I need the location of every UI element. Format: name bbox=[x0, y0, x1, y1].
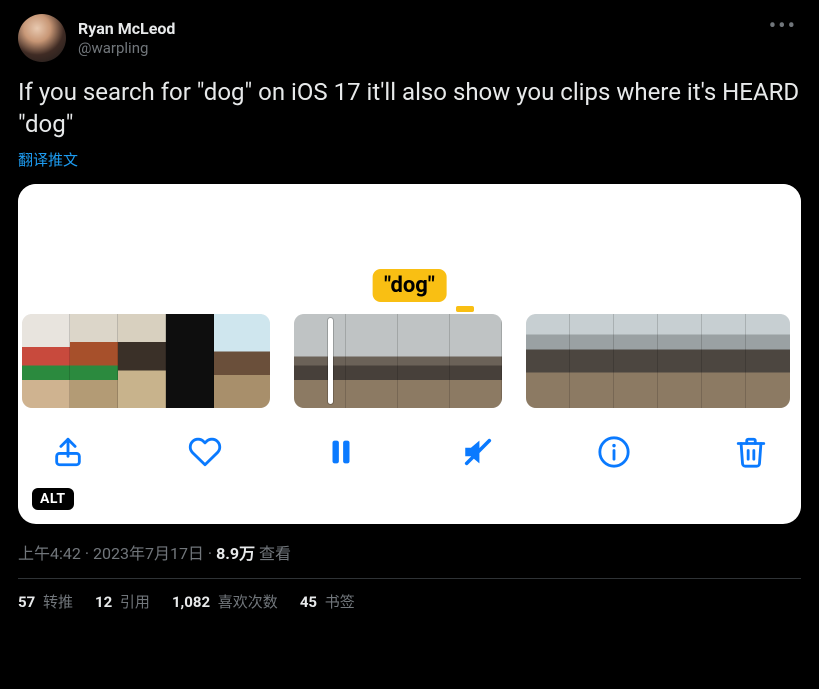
video-clip[interactable] bbox=[294, 314, 502, 408]
likes-stat[interactable]: 1,082 喜欢次数 bbox=[172, 591, 278, 612]
more-options-button[interactable]: ••• bbox=[765, 14, 801, 40]
trash-icon[interactable] bbox=[729, 430, 773, 474]
timestamp-date[interactable]: 2023年7月17日 bbox=[93, 544, 204, 563]
alt-badge[interactable]: ALT bbox=[32, 488, 74, 510]
media-top-area: "dog" bbox=[18, 184, 801, 314]
tweet-container: Ryan McLeod @warpling ••• If you search … bbox=[0, 0, 819, 612]
likes-count: 1,082 bbox=[172, 593, 210, 611]
clip-frame bbox=[22, 314, 70, 408]
display-name[interactable]: Ryan McLeod bbox=[78, 19, 175, 39]
media-toolbar bbox=[18, 408, 801, 492]
filmstrip[interactable] bbox=[18, 314, 801, 408]
quotes-stat[interactable]: 12 引用 bbox=[95, 591, 150, 612]
avatar[interactable] bbox=[18, 14, 66, 62]
clip-frame bbox=[346, 314, 398, 408]
clip-frame bbox=[658, 314, 702, 408]
translate-link[interactable]: 翻译推文 bbox=[18, 149, 78, 170]
pause-icon[interactable] bbox=[319, 430, 363, 474]
tweet-header: Ryan McLeod @warpling ••• bbox=[18, 14, 801, 62]
video-clip[interactable] bbox=[22, 314, 270, 408]
bookmarks-label: 书签 bbox=[325, 593, 355, 611]
stats-row: 57 转推 12 引用 1,082 喜欢次数 45 书签 bbox=[18, 591, 801, 612]
clip-frame bbox=[614, 314, 658, 408]
bookmarks-count: 45 bbox=[300, 593, 317, 611]
retweets-stat[interactable]: 57 转推 bbox=[18, 591, 73, 612]
clip-frame bbox=[214, 314, 270, 408]
search-term-label: "dog" bbox=[372, 269, 447, 302]
divider bbox=[18, 578, 801, 579]
media-attachment[interactable]: "dog" bbox=[18, 184, 801, 524]
author-block[interactable]: Ryan McLeod @warpling bbox=[18, 14, 175, 62]
mute-icon[interactable] bbox=[456, 430, 500, 474]
clip-frame bbox=[450, 314, 502, 408]
retweets-count: 57 bbox=[18, 593, 35, 611]
playhead[interactable] bbox=[328, 318, 333, 404]
handle[interactable]: @warpling bbox=[78, 39, 175, 58]
video-clip[interactable] bbox=[526, 314, 790, 408]
clip-frame bbox=[702, 314, 746, 408]
clip-frame bbox=[70, 314, 118, 408]
bookmarks-stat[interactable]: 45 书签 bbox=[300, 591, 355, 612]
tweet-text: If you search for "dog" on iOS 17 it'll … bbox=[18, 76, 801, 141]
retweets-label: 转推 bbox=[43, 593, 73, 611]
clip-frame bbox=[398, 314, 450, 408]
timeline-marker bbox=[456, 306, 474, 312]
likes-label: 喜欢次数 bbox=[218, 593, 278, 611]
views-count[interactable]: 8.9万 bbox=[216, 544, 255, 563]
clip-frame bbox=[166, 314, 214, 408]
info-icon[interactable] bbox=[592, 430, 636, 474]
quotes-label: 引用 bbox=[120, 593, 150, 611]
clip-frame bbox=[118, 314, 166, 408]
clip-frame bbox=[570, 314, 614, 408]
clip-frame bbox=[746, 314, 790, 408]
heart-icon[interactable] bbox=[183, 430, 227, 474]
timestamp-time[interactable]: 上午4:42 bbox=[18, 544, 81, 563]
name-block: Ryan McLeod @warpling bbox=[78, 19, 175, 58]
tweet-meta: 上午4:42 · 2023年7月17日 · 8.9万 查看 bbox=[18, 540, 801, 564]
clip-frame bbox=[526, 314, 570, 408]
share-icon[interactable] bbox=[46, 430, 90, 474]
clip-frame bbox=[294, 314, 346, 408]
quotes-count: 12 bbox=[95, 593, 112, 611]
views-label: 查看 bbox=[259, 544, 291, 563]
